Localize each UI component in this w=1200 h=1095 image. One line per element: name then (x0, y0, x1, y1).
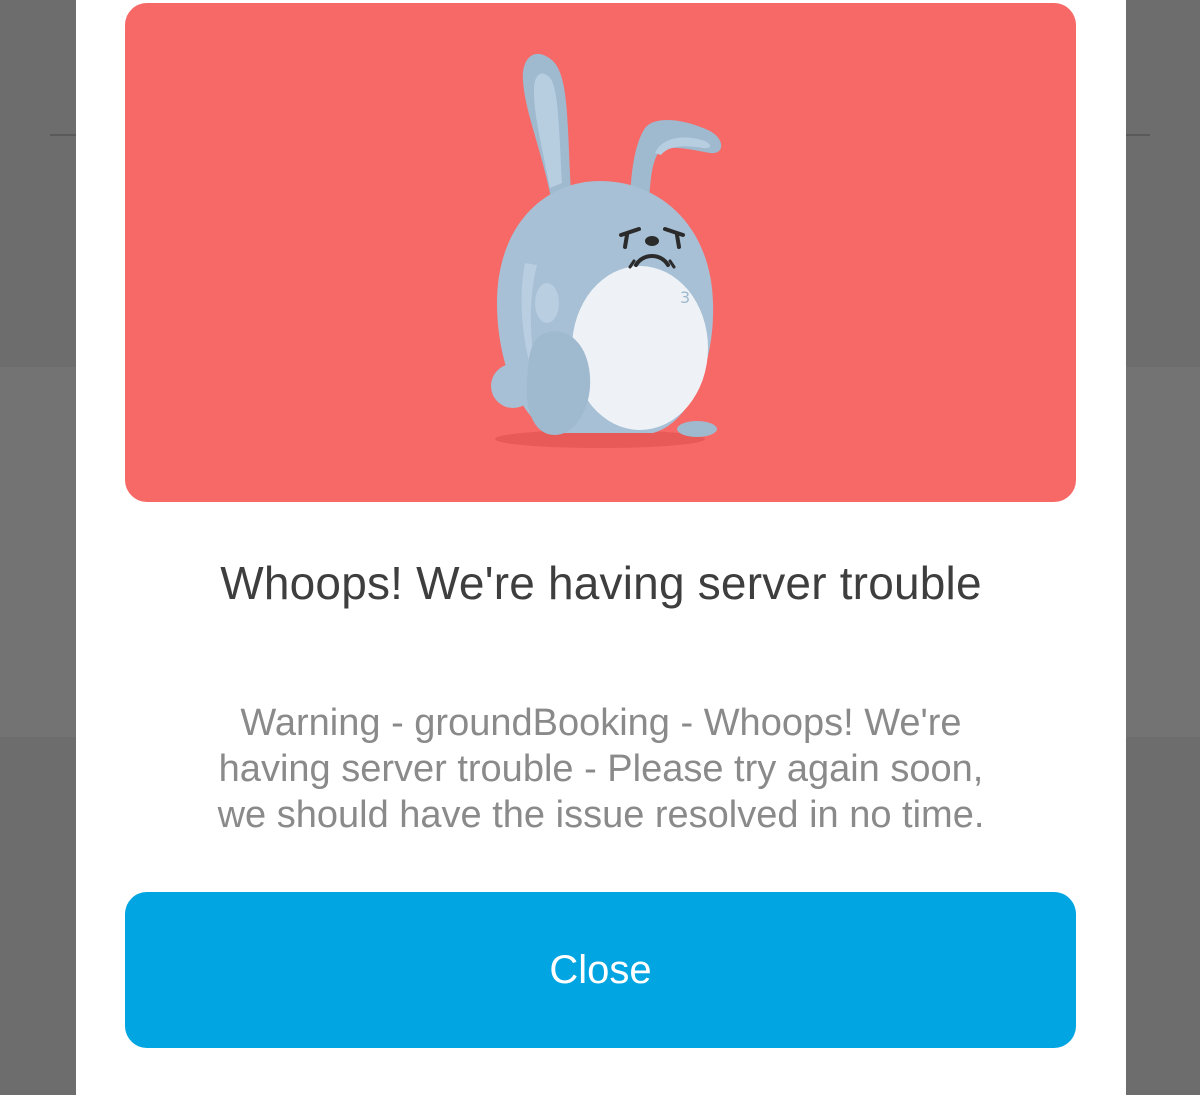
background-band-left (0, 367, 76, 737)
background-divider-right (1126, 134, 1150, 136)
error-illustration-panel: 3 (125, 3, 1076, 502)
close-button[interactable]: Close (125, 892, 1076, 1048)
background-band-right (1126, 367, 1200, 737)
error-dialog: 3 Whoops! We're having server trouble Wa… (76, 0, 1126, 1095)
dialog-message: Warning - groundBooking - Whoops! We're … (136, 700, 1066, 838)
sad-bunny-icon: 3 (491, 53, 722, 448)
dialog-title: Whoops! We're having server trouble (220, 557, 982, 609)
message-line: we should have the issue resolved in no … (217, 794, 985, 836)
bunny-badge: 3 (680, 288, 690, 307)
background-divider-left (50, 134, 76, 136)
message-line: Warning - groundBooking - Whoops! We're (240, 702, 962, 744)
message-line: having server trouble - Please try again… (218, 748, 984, 790)
